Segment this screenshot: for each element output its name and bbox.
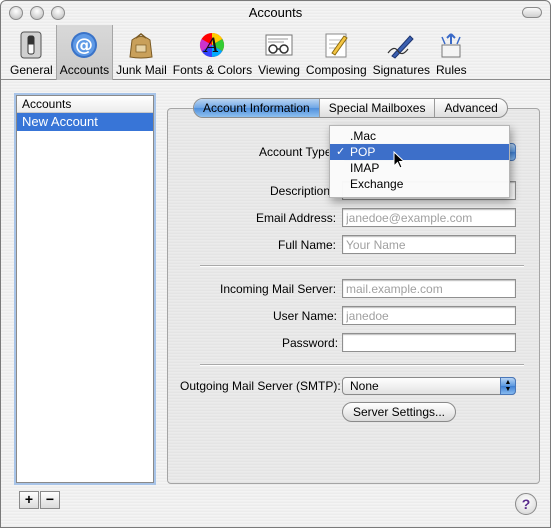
account-type-menu: .Mac ✓ POP IMAP Exchange (329, 125, 510, 198)
rules-arrows-icon (436, 30, 466, 60)
accounts-list-header: Accounts (17, 96, 153, 113)
switch-icon (16, 30, 46, 60)
tab-bar: Account Information Special Mailboxes Ad… (193, 98, 508, 118)
incoming-mail-server-field[interactable] (342, 279, 516, 298)
form-separator (200, 265, 524, 267)
toolbar-item-signatures[interactable]: Signatures (370, 25, 433, 80)
mouse-pointer-icon (393, 151, 405, 169)
email-address-label: Email Address: (256, 211, 337, 225)
toolbar-item-fonts-colors[interactable]: A Fonts & Colors (170, 25, 255, 80)
minimize-button[interactable] (30, 6, 44, 20)
incoming-mail-server-label: Incoming Mail Server: (220, 282, 337, 296)
toolbar-item-label: Rules (436, 63, 467, 77)
tab-advanced[interactable]: Advanced (435, 99, 506, 117)
add-account-button[interactable]: + (19, 491, 39, 509)
outgoing-mail-server-value: None (350, 379, 379, 393)
menu-item-label: POP (350, 145, 376, 159)
zoom-button[interactable] (51, 6, 65, 20)
tab-account-information[interactable]: Account Information (194, 99, 320, 117)
menu-item-imap[interactable]: IMAP (330, 160, 509, 176)
full-name-field[interactable] (342, 235, 516, 254)
junk-bag-icon (126, 30, 156, 60)
toolbar-item-composing[interactable]: Composing (303, 25, 370, 80)
accounts-window: Accounts General @ Accounts Junk Mail A … (0, 0, 551, 528)
description-label: Description (270, 184, 331, 198)
server-settings-button[interactable]: Server Settings... (342, 402, 456, 422)
full-name-label: Full Name: (278, 238, 337, 252)
font-color-wheel-icon: A (197, 30, 227, 60)
form-separator (200, 364, 524, 366)
help-button[interactable]: ? (515, 493, 537, 515)
user-name-label: User Name: (273, 309, 338, 323)
outgoing-mail-server-label: Outgoing Mail Server (SMTP): (180, 379, 341, 393)
title-bar: Accounts (1, 1, 550, 25)
popup-arrows-icon: ▲ ▼ (500, 377, 516, 395)
toolbar-item-label: Junk Mail (116, 63, 167, 77)
svg-text:A: A (203, 33, 219, 57)
at-sign-icon: @ (69, 30, 99, 60)
account-type-label: Account Type (259, 145, 332, 159)
glasses-icon (264, 30, 294, 60)
menu-item-label: Exchange (350, 177, 404, 191)
preferences-toolbar: General @ Accounts Junk Mail A Fonts & C… (1, 25, 550, 80)
toolbar-item-general[interactable]: General (7, 25, 56, 80)
user-name-field[interactable] (342, 306, 516, 325)
outgoing-mail-server-popup[interactable]: None ▲ ▼ (342, 377, 516, 395)
toolbar-item-label: Fonts & Colors (172, 63, 253, 77)
menu-item-pop[interactable]: ✓ POP (330, 144, 509, 160)
toolbar-item-rules[interactable]: Rules (433, 25, 470, 80)
toolbar-item-accounts[interactable]: @ Accounts (55, 25, 114, 80)
toolbar-item-viewing[interactable]: Viewing (255, 25, 303, 80)
window-title: Accounts (248, 5, 303, 20)
email-address-field[interactable] (342, 208, 516, 227)
toolbar-item-label: Accounts (59, 63, 110, 77)
toolbar-item-junk-mail[interactable]: Junk Mail (113, 25, 170, 80)
checkmark-icon: ✓ (336, 146, 346, 158)
menu-item-exchange[interactable]: Exchange (330, 176, 509, 192)
toolbar-item-label: Viewing (258, 63, 300, 77)
toolbar-toggle-button[interactable] (522, 7, 542, 18)
toolbar-item-label: Signatures (372, 63, 430, 77)
remove-account-button[interactable]: − (40, 491, 60, 509)
list-item-new-account[interactable]: New Account (17, 113, 153, 131)
svg-text:@: @ (75, 35, 93, 56)
tab-special-mailboxes[interactable]: Special Mailboxes (320, 99, 436, 117)
pencil-paper-icon (321, 30, 351, 60)
password-field[interactable] (342, 333, 516, 352)
password-label: Password: (282, 336, 339, 350)
close-button[interactable] (9, 6, 23, 20)
toolbar-item-label: General (10, 63, 53, 77)
accounts-list[interactable]: Accounts New Account (16, 95, 154, 483)
signature-pen-icon (386, 30, 416, 60)
menu-item-label: IMAP (350, 161, 380, 175)
toolbar-item-label: Composing (305, 63, 367, 77)
menu-item-mac[interactable]: .Mac (330, 128, 509, 144)
menu-item-label: .Mac (350, 129, 377, 143)
